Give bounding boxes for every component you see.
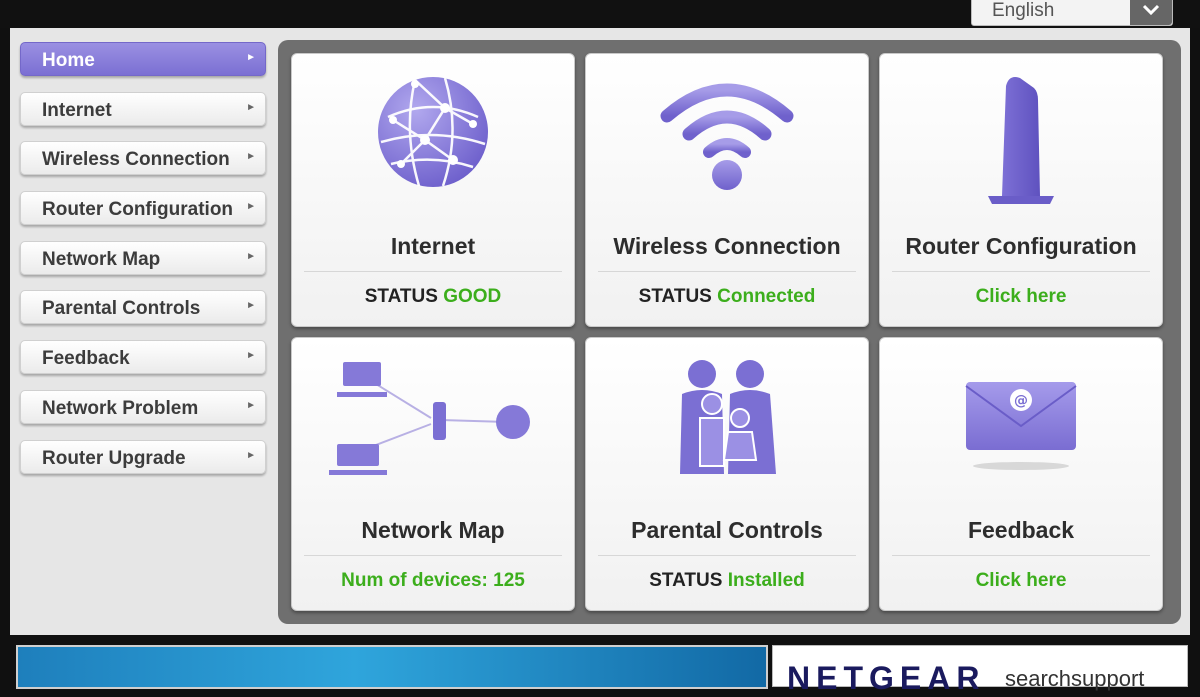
status-label: STATUS xyxy=(638,286,712,307)
family-icon xyxy=(680,360,776,474)
router-icon xyxy=(988,77,1054,204)
status-line: STATUS GOOD xyxy=(292,286,574,308)
sidebar-item-label: Network Problem xyxy=(42,397,199,419)
network-map-icon xyxy=(329,362,530,475)
arrow-right-icon: ► xyxy=(246,201,256,213)
chevron-down-icon xyxy=(1142,4,1160,16)
netgear-logo: NETGEAR xyxy=(787,660,986,696)
sidebar-item-label: Router Configuration xyxy=(42,199,234,221)
arrow-right-icon: ► xyxy=(246,399,256,411)
sidebar-item-network-problem[interactable]: Network Problem ► xyxy=(20,389,266,424)
sidebar-item-label: Network Map xyxy=(42,248,161,270)
router-configuration-card[interactable]: Router Configuration Click here xyxy=(879,53,1163,327)
sidebar-item-internet[interactable]: Internet ► xyxy=(20,91,266,126)
dashboard-panel: Internet STATUS GOOD Wireless Connection… xyxy=(278,40,1181,624)
network-map-card[interactable]: Network Map Num of devices: 125 xyxy=(291,337,575,611)
card-title: Feedback xyxy=(967,517,1075,543)
status-line: Click here xyxy=(880,286,1162,308)
arrow-right-icon: ► xyxy=(246,300,256,312)
sidebar-item-label: Feedback xyxy=(42,348,130,370)
wireless-connection-card[interactable]: Wireless Connection STATUS Connected xyxy=(585,53,869,327)
card-title: Network Map xyxy=(361,517,505,543)
internet-card[interactable]: Internet STATUS GOOD xyxy=(291,53,575,327)
status-value: GOOD xyxy=(443,286,502,307)
sidebar-item-router-configuration[interactable]: Router Configuration ► xyxy=(20,191,266,226)
arrow-right-icon: ► xyxy=(246,101,256,113)
status-value: Installed xyxy=(727,570,805,591)
arrow-right-icon: ► xyxy=(246,151,256,163)
arrow-right-icon: ► xyxy=(246,250,256,262)
language-select[interactable]: English xyxy=(971,0,1173,26)
sidebar-item-label: Router Upgrade xyxy=(42,447,186,469)
search-support-label: searchsupport xyxy=(1005,666,1145,691)
sidebar-item-router-upgrade[interactable]: Router Upgrade ► xyxy=(20,439,266,474)
status-value: Click here xyxy=(975,570,1067,591)
card-title: Internet xyxy=(390,233,476,259)
status-line: Click here xyxy=(880,570,1162,592)
status-value: Num of devices: 125 xyxy=(341,570,525,591)
status-value: Connected xyxy=(717,286,816,307)
sidebar-item-label: Internet xyxy=(42,99,112,121)
promo-banner[interactable] xyxy=(16,645,768,689)
parental-controls-card[interactable]: Parental Controls STATUS Installed xyxy=(585,337,869,611)
status-label: STATUS xyxy=(649,570,723,591)
sidebar-item-home[interactable]: Home ► xyxy=(20,42,266,76)
feedback-card[interactable]: @ Feedback Click here xyxy=(879,337,1163,611)
main-content: Home ► Internet ► Wireless Connection ► Rou… xyxy=(10,28,1190,635)
wifi-icon xyxy=(660,83,794,190)
status-value: Click here xyxy=(975,286,1067,307)
arrow-right-icon: ► xyxy=(246,52,256,63)
envelope-icon: @ xyxy=(965,382,1077,470)
sidebar-item-label: Parental Controls xyxy=(42,298,201,320)
arrow-right-icon: ► xyxy=(246,350,256,362)
language-selected: English xyxy=(992,0,1055,21)
sidebar-item-network-map[interactable]: Network Map ► xyxy=(20,240,266,275)
sidebar-item-feedback[interactable]: Feedback ► xyxy=(20,340,266,375)
sidebar-nav: Home ► Internet ► Wireless Connection ► Rou… xyxy=(20,42,266,489)
language-dropdown-button[interactable] xyxy=(1130,0,1172,25)
card-title: Router Configuration xyxy=(905,233,1137,259)
globe-icon xyxy=(378,77,488,187)
status-label: STATUS xyxy=(364,286,438,307)
status-line: Num of devices: 125 xyxy=(292,570,574,592)
top-bar: English xyxy=(0,0,1200,28)
arrow-right-icon: ► xyxy=(246,449,256,461)
sidebar-item-label: Wireless Connection xyxy=(42,149,230,171)
sidebar-item-parental-controls[interactable]: Parental Controls ► xyxy=(20,290,266,325)
status-line: STATUS Connected xyxy=(586,286,868,308)
netgear-search-support[interactable]: NETGEAR searchsupport xyxy=(772,645,1188,696)
status-line: STATUS Installed xyxy=(586,570,868,592)
sidebar-item-wireless-connection[interactable]: Wireless Connection ► xyxy=(20,141,266,176)
card-title: Wireless Connection xyxy=(613,233,841,259)
sidebar-item-label: Home xyxy=(42,50,95,71)
svg-text:@: @ xyxy=(1014,393,1028,409)
card-title: Parental Controls xyxy=(631,517,823,543)
